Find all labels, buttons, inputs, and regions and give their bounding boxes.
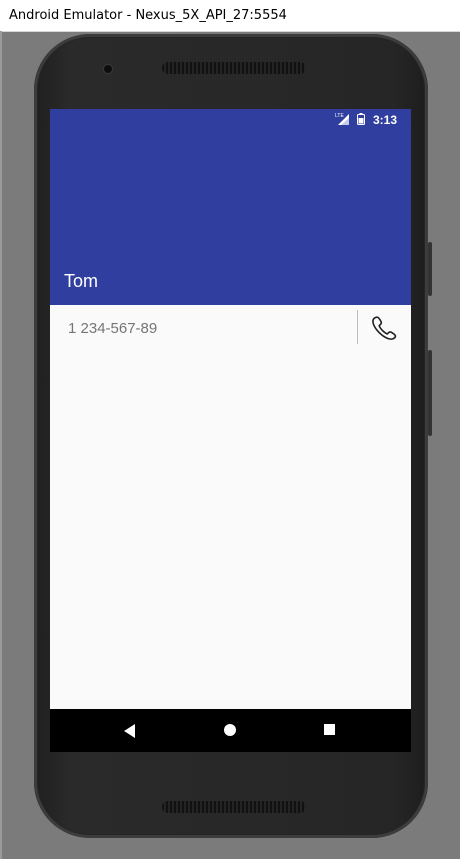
lte-label: LTE [335,113,344,119]
battery-icon [357,113,365,125]
power-button[interactable] [428,242,432,296]
call-button[interactable] [366,311,402,345]
phone-number-text: 1 234-567-89 [68,320,158,337]
window-titlebar[interactable]: Android Emulator - Nexus_5X_API_27:5554 [0,0,460,32]
navigation-bar [50,709,411,752]
emulator-window: Android Emulator - Nexus_5X_API_27:5554 … [0,0,460,859]
top-speaker-grille [162,62,306,74]
status-time: 3:13 [372,113,397,127]
bottom-speaker-grille [162,801,306,813]
window-border [0,31,2,859]
contact-phone-row: 1 234-567-89 [50,305,411,351]
back-icon[interactable] [124,724,136,738]
lte-signal-icon: LTE [335,113,349,125]
recents-icon[interactable] [324,724,335,735]
home-icon[interactable] [224,724,236,736]
front-camera [104,65,112,73]
vertical-divider [357,310,358,344]
status-bar: LTE 3:13 [50,109,411,131]
window-title: Android Emulator - Nexus_5X_API_27:5554 [9,8,287,23]
app-bar: LTE 3:13 Tom [50,109,411,305]
device-screen: LTE 3:13 Tom 1 234-567-89 [50,109,411,752]
page-title: Tom [64,271,99,291]
phone-icon [372,316,397,340]
volume-button[interactable] [428,350,432,436]
